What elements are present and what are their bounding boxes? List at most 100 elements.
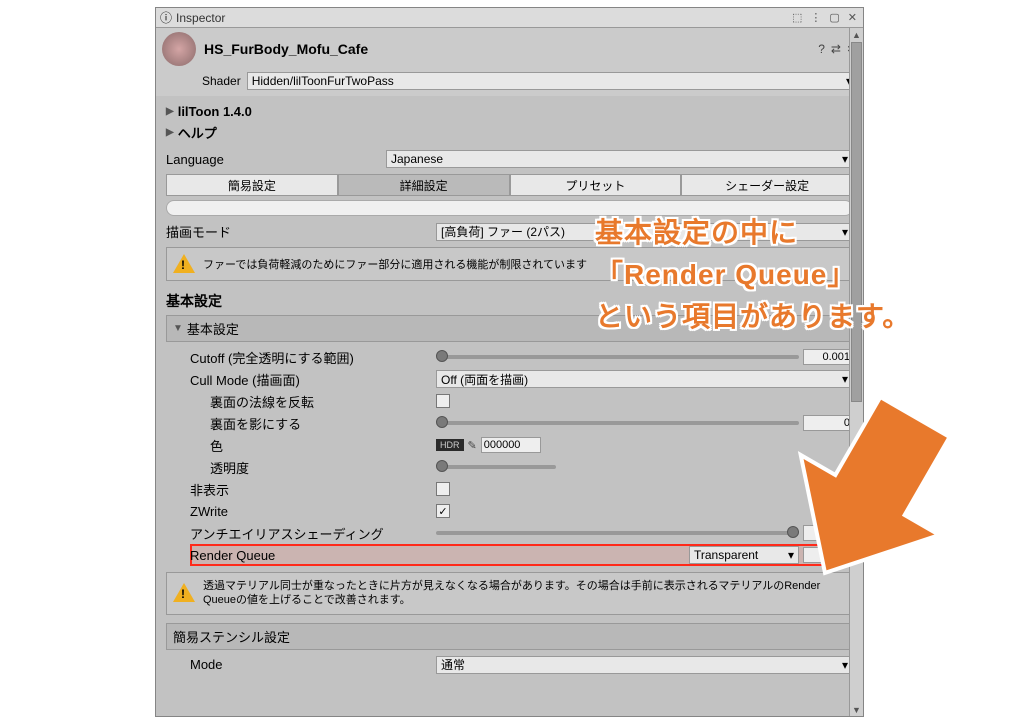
menu-icon[interactable]: ⋮	[808, 11, 823, 24]
opacity-label: 透明度	[190, 458, 436, 477]
tab-row: 簡易設定 詳細設定 プリセット シェーダー設定	[166, 174, 853, 196]
stencil-body: Mode 通常 ▾	[166, 650, 853, 676]
language-dropdown[interactable]: Japanese ▾	[386, 150, 853, 168]
scroll-up-icon[interactable]: ▲	[850, 28, 863, 41]
tab-preset[interactable]: プリセット	[510, 174, 682, 196]
hidden-row: 非表示	[190, 478, 853, 500]
flip-normal-checkbox[interactable]	[436, 394, 450, 408]
foldout-label: ヘルプ	[178, 123, 217, 142]
chevron-down-icon: ▾	[788, 548, 794, 562]
render-mode-label: 描画モード	[166, 222, 436, 241]
preset-icon[interactable]: ⇄	[831, 42, 841, 56]
render-mode-value: [高負荷] ファー (2パス)	[441, 223, 565, 240]
foldout-help[interactable]: ▶ ヘルプ	[166, 121, 853, 144]
render-queue-input[interactable]	[803, 547, 853, 563]
titlebar: ⓘ Inspector ⬚ ⋮ ▢ ✕	[156, 8, 863, 28]
warning-icon	[173, 254, 195, 274]
inspector-icon: ⓘ	[160, 9, 172, 26]
back-shadow-row: 裏面を影にする	[190, 412, 853, 434]
material-thumbnail[interactable]	[162, 32, 196, 66]
aa-input[interactable]	[803, 525, 853, 541]
close-icon[interactable]: ✕	[846, 11, 859, 24]
tab-simple[interactable]: 簡易設定	[166, 174, 338, 196]
chevron-down-icon: ▾	[842, 152, 848, 166]
chevron-down-icon: ▾	[842, 372, 848, 386]
chevron-down-icon: ▾	[842, 225, 848, 239]
back-shadow-input[interactable]	[803, 415, 853, 431]
triangle-icon: ▶	[166, 127, 174, 138]
render-mode-row: 描画モード [高負荷] ファー (2パス) ▾	[166, 222, 853, 241]
warning-render-queue: 透過マテリアル同士が重なったときに片方が見えなくなる場合があります。その場合は手…	[166, 572, 853, 615]
flip-normal-label: 裏面の法線を反転	[190, 392, 436, 411]
inspector-content: ▶ lilToon 1.4.0 ▶ ヘルプ Language Japanese …	[156, 96, 863, 676]
language-label: Language	[166, 152, 386, 167]
aa-label: アンチエイリアスシェーディング	[190, 524, 436, 543]
section-header-basic[interactable]: ▼ 基本設定	[166, 315, 853, 342]
flip-normal-row: 裏面の法線を反転	[190, 390, 853, 412]
foldout-label: lilToon 1.4.0	[178, 104, 252, 119]
cullmode-row: Cull Mode (描画面) Off (両面を描画) ▾	[190, 368, 853, 390]
hidden-label: 非表示	[190, 480, 436, 499]
shader-label: Shader	[202, 74, 241, 88]
aa-row: アンチエイリアスシェーディング	[190, 522, 853, 544]
window-title: Inspector	[176, 11, 790, 25]
section-header-stencil[interactable]: 簡易ステンシル設定	[166, 623, 853, 650]
hdr-badge[interactable]: HDR	[436, 439, 464, 451]
help-icon[interactable]: ?	[818, 42, 825, 56]
section-title: 基本設定	[166, 291, 853, 311]
shader-row: Shader Hidden/lilToonFurTwoPass ▾	[156, 70, 863, 96]
shader-dropdown[interactable]: Hidden/lilToonFurTwoPass ▾	[247, 72, 857, 90]
opacity-row: 透明度	[190, 456, 853, 478]
warning-icon	[173, 583, 195, 603]
shader-value: Hidden/lilToonFurTwoPass	[252, 74, 394, 88]
warning-text: 透過マテリアル同士が重なったときに片方が見えなくなる場合があります。その場合は手…	[203, 579, 846, 608]
aa-slider[interactable]	[436, 531, 799, 535]
stencil-mode-row: Mode 通常 ▾	[190, 654, 853, 676]
stencil-mode-label: Mode	[190, 657, 436, 672]
tab-shader[interactable]: シェーダー設定	[681, 174, 853, 196]
cullmode-label: Cull Mode (描画面)	[190, 370, 436, 389]
stencil-mode-dropdown[interactable]: 通常 ▾	[436, 656, 853, 674]
zwrite-checkbox[interactable]: ✓	[436, 504, 450, 518]
triangle-icon: ▶	[166, 106, 174, 117]
cullmode-dropdown[interactable]: Off (両面を描画) ▾	[436, 370, 853, 388]
asset-name: HS_FurBody_Mofu_Cafe	[204, 41, 818, 57]
triangle-down-icon: ▼	[173, 323, 183, 334]
eyedropper-icon[interactable]: ✎	[468, 439, 477, 452]
chevron-down-icon: ▾	[842, 658, 848, 672]
tab-detail[interactable]: 詳細設定	[338, 174, 510, 196]
hidden-checkbox[interactable]	[436, 482, 450, 496]
section-header-label: 基本設定	[187, 319, 239, 338]
foldout-liltoon[interactable]: ▶ lilToon 1.4.0	[166, 102, 853, 121]
render-queue-row: Render Queue Transparent ▾	[190, 544, 853, 566]
lock-icon[interactable]: ⬚	[790, 11, 804, 24]
back-shadow-slider[interactable]	[436, 421, 799, 425]
language-value: Japanese	[391, 152, 443, 166]
warning-fur: ファーでは負荷軽減のためにファー部分に適用される機能が制限されています	[166, 247, 853, 281]
search-row	[166, 200, 853, 216]
scrollbar-thumb[interactable]	[851, 42, 862, 402]
search-input[interactable]	[166, 200, 853, 216]
maximize-icon[interactable]: ▢	[827, 11, 841, 24]
stencil-header-label: 簡易ステンシル設定	[173, 627, 290, 646]
render-mode-dropdown[interactable]: [高負荷] ファー (2パス) ▾	[436, 223, 853, 241]
cutoff-input[interactable]	[803, 349, 853, 365]
language-row: Language Japanese ▾	[166, 150, 853, 168]
warning-text: ファーでは負荷軽減のためにファー部分に適用される機能が制限されています	[203, 256, 587, 272]
cutoff-slider[interactable]	[436, 355, 799, 359]
zwrite-label: ZWrite	[190, 504, 436, 519]
opacity-slider[interactable]	[436, 465, 556, 469]
render-queue-mode: Transparent	[694, 548, 758, 562]
inspector-window: ⓘ Inspector ⬚ ⋮ ▢ ✕ HS_FurBody_Mofu_Cafe…	[155, 7, 864, 717]
scrollbar[interactable]: ▲ ▼	[849, 28, 863, 716]
render-queue-mode-dropdown[interactable]: Transparent ▾	[689, 546, 799, 564]
section-body-basic: Cutoff (完全透明にする範囲) Cull Mode (描画面) Off (…	[166, 342, 853, 615]
asset-header: HS_FurBody_Mofu_Cafe ? ⇄ ✲	[156, 28, 863, 70]
color-row: 色 HDR ✎	[190, 434, 853, 456]
stencil-mode-value: 通常	[441, 656, 465, 673]
color-label: 色	[190, 436, 436, 455]
render-queue-label: Render Queue	[190, 548, 436, 563]
color-hex-input[interactable]	[481, 437, 541, 453]
scroll-down-icon[interactable]: ▼	[850, 703, 863, 716]
cutoff-row: Cutoff (完全透明にする範囲)	[190, 346, 853, 368]
